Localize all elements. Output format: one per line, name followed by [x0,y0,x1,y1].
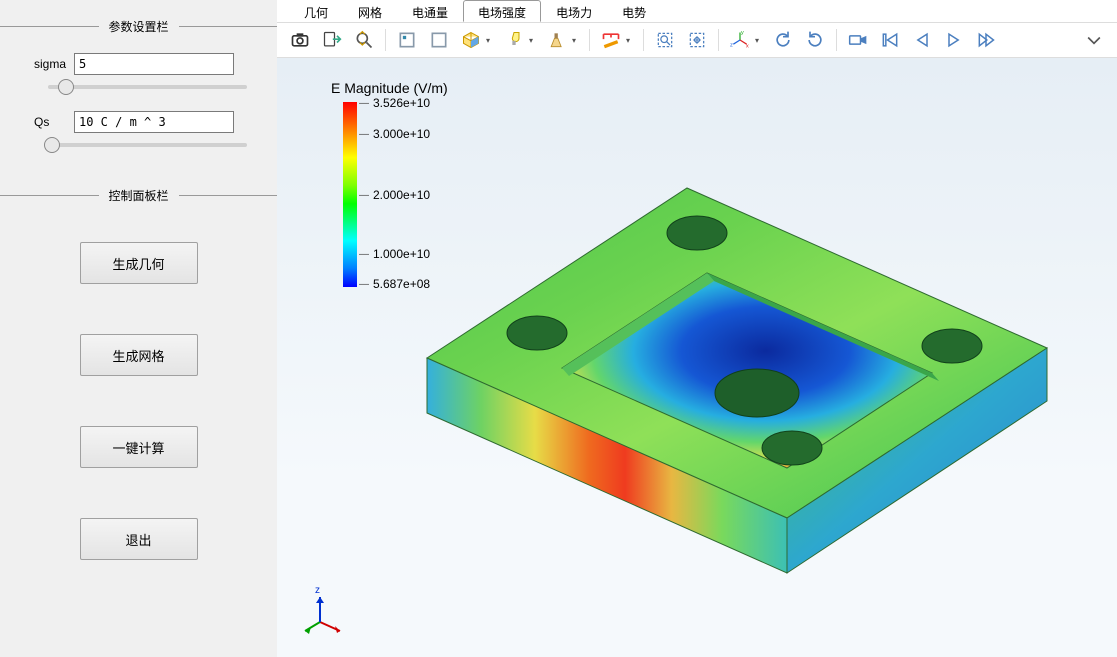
axis-preset-icon[interactable]: z y x [727,27,753,53]
svg-text:z: z [315,587,320,596]
main-area: 几何 网格 电通量 电场强度 电场力 电势 ▾ ▾ [277,0,1117,657]
tab-eforce[interactable]: 电场力 [541,0,607,22]
qs-row: Qs [0,111,277,137]
qs-slider[interactable] [48,143,247,147]
sigma-slider-thumb[interactable] [58,79,74,95]
viewport-3d[interactable]: E Magnitude (V/m) 3.526e+10 3.000e+10 2.… [277,58,1117,657]
one-click-calc-button[interactable]: 一键计算 [80,426,198,468]
iso-view-icon[interactable] [458,27,484,53]
tab-bar: 几何 网格 电通量 电场强度 电场力 电势 [277,0,1117,22]
controls-title: 控制面板栏 [99,187,179,204]
generate-geometry-button[interactable]: 生成几何 [80,242,198,284]
sigma-label: sigma [34,57,74,71]
select-move-icon[interactable] [684,27,710,53]
qs-label: Qs [34,115,74,129]
lighting-icon[interactable] [501,27,527,53]
tab-mesh[interactable]: 网格 [343,0,397,22]
legend-title: E Magnitude (V/m) [331,80,449,96]
exit-button[interactable]: 退出 [80,518,198,560]
next-frame-icon[interactable] [973,27,999,53]
legend-tick-0: 3.526e+10 [373,96,430,110]
tab-potential[interactable]: 电势 [607,0,661,22]
export-icon[interactable] [319,27,345,53]
controls-section-header: 控制面板栏 [0,187,277,204]
left-sidebar: 参数设置栏 sigma Qs 控制面板栏 生成几何 生成网格 一键计算 退出 [0,0,277,657]
screenshot-icon[interactable] [287,27,313,53]
iso-view-dropdown[interactable]: ▾ [486,36,495,45]
svg-text:y: y [741,30,744,36]
qs-slider-thumb[interactable] [44,137,60,153]
svg-text:z: z [730,43,733,49]
lighting-dropdown[interactable]: ▾ [529,36,538,45]
toolbar: ▾ ▾ ▾ ▾ z y x ▾ [277,22,1117,58]
record-icon[interactable] [845,27,871,53]
tab-eflux[interactable]: 电通量 [397,0,463,22]
skip-first-icon[interactable] [877,27,903,53]
tab-efield[interactable]: 电场强度 [463,0,541,22]
select-rect-icon[interactable] [652,27,678,53]
svg-text:x: x [746,44,749,50]
axis-preset-dropdown[interactable]: ▾ [755,36,764,45]
params-section-header: 参数设置栏 [0,18,277,35]
toolbar-overflow-icon[interactable] [1081,27,1107,53]
ruler-dropdown[interactable]: ▾ [626,36,635,45]
brush-dropdown[interactable]: ▾ [572,36,581,45]
sigma-row: sigma [0,53,277,79]
model-3d-render [387,118,1067,588]
sigma-slider[interactable] [48,85,247,89]
legend-gradient [343,102,357,287]
tab-geometry[interactable]: 几何 [289,0,343,22]
play-icon[interactable] [941,27,967,53]
generate-mesh-button[interactable]: 生成网格 [80,334,198,376]
box-a-icon[interactable] [394,27,420,53]
rotate-cw-icon[interactable] [802,27,828,53]
box-b-icon[interactable] [426,27,452,53]
prev-frame-icon[interactable] [909,27,935,53]
axis-triad-icon: z [302,587,352,637]
brush-icon[interactable] [544,27,570,53]
rotate-ccw-icon[interactable] [770,27,796,53]
ruler-icon[interactable] [598,27,624,53]
qs-input[interactable] [74,111,234,133]
zoom-reset-icon[interactable] [351,27,377,53]
sigma-input[interactable] [74,53,234,75]
params-title: 参数设置栏 [99,18,179,35]
